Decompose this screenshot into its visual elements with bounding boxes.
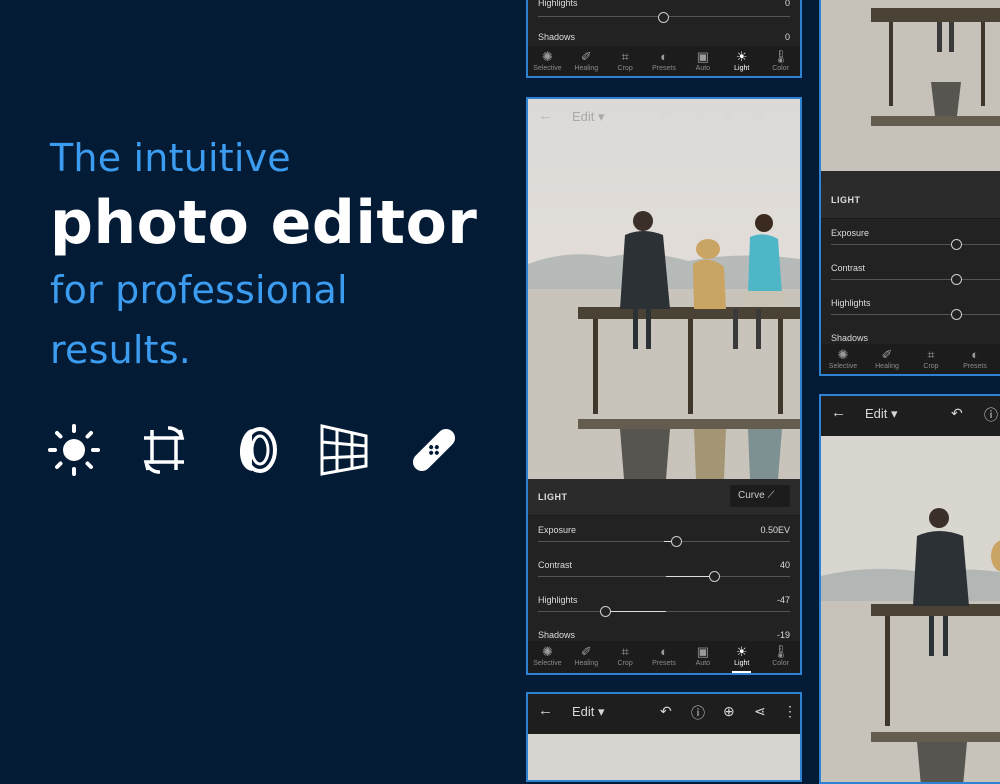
headline-line-4: results. bbox=[50, 328, 191, 372]
panel-title: LIGHT bbox=[538, 492, 568, 502]
slider-highlights[interactable]: Highlights 0 bbox=[528, 0, 800, 24]
photo-preview[interactable] bbox=[821, 436, 1000, 782]
light-panel: LIGHT Curve ⟋ Exposure 0.50EV Contrast 4… bbox=[528, 479, 800, 641]
back-arrow-icon[interactable]: ← bbox=[831, 404, 846, 421]
more-icon[interactable]: ⋮ bbox=[783, 108, 797, 125]
top-bar: ← Edit ▾ ↶ ⓘ ⊕ ⋖ ⋮ bbox=[528, 99, 800, 135]
healing-icon: ✐ bbox=[580, 644, 592, 659]
phone-right-bottom: ← Edit ▾ ↶ ⓘ bbox=[819, 394, 1000, 784]
light-panel: Highlights 0 Shadows 0 bbox=[528, 0, 800, 46]
help-icon[interactable]: ⓘ bbox=[984, 405, 998, 425]
slider-handle[interactable] bbox=[709, 571, 720, 582]
light-icon: ☀ bbox=[735, 644, 748, 659]
tool-bar: ✺ Selective ✐ Healing ⌗ Crop ◐ Presets ▣ Auto… bbox=[528, 641, 800, 673]
undo-icon[interactable]: ↶ bbox=[951, 405, 963, 422]
undo-icon[interactable]: ↶ bbox=[660, 703, 672, 720]
headline-line-1: The intuitive bbox=[50, 136, 291, 180]
top-bar: ← Edit ▾ ↶ ⓘ ⊕ ⋖ ⋮ bbox=[528, 694, 800, 734]
share-icon[interactable]: ⋖ bbox=[754, 108, 766, 125]
panel-header: LIGHT Curve ⟋ bbox=[528, 479, 800, 516]
phone-top: Highlights 0 Shadows 0 ✺ Selective ✐ Heali… bbox=[526, 0, 802, 78]
share-icon[interactable]: ⋖ bbox=[754, 703, 766, 720]
promo-text: The intuitive photo editor for professio… bbox=[50, 128, 477, 380]
bandage-icon bbox=[408, 422, 460, 483]
slider-shadows[interactable]: Shadows 0 bbox=[528, 24, 800, 46]
tool-crop[interactable]: ⌗ Crop bbox=[606, 641, 645, 673]
tool-crop[interactable]: ⌗ Crop bbox=[606, 46, 645, 76]
photo-preview[interactable] bbox=[528, 734, 800, 780]
headline-line-3: for professional bbox=[50, 268, 348, 312]
phone-main: ← Edit ▾ ↶ ⓘ ⊕ ⋖ ⋮ LIGHT Curve ⟋ Exposur… bbox=[526, 97, 802, 675]
tool-presets[interactable]: ◐ Presets bbox=[645, 641, 684, 673]
undo-icon[interactable]: ↶ bbox=[660, 108, 672, 125]
tool-color[interactable]: 🌡 Color bbox=[761, 641, 800, 673]
headline-line-2: photo editor bbox=[50, 188, 478, 258]
tool-auto[interactable]: ▣Auto bbox=[683, 641, 722, 673]
tool-bar: ✺ Selective ✐ Healing ⌗ Crop ◐ Presets ▣ Auto… bbox=[528, 46, 800, 76]
more-icon[interactable]: ⋮ bbox=[783, 703, 797, 720]
edit-menu[interactable]: Edit ▾ bbox=[572, 704, 605, 720]
slider-handle[interactable] bbox=[671, 536, 682, 547]
tool-presets[interactable]: ◐ Presets bbox=[645, 46, 684, 76]
slider-handle[interactable] bbox=[951, 309, 962, 320]
tool-light[interactable]: ☀ Light bbox=[722, 641, 761, 673]
help-icon[interactable]: ⓘ bbox=[691, 703, 705, 723]
tool-auto[interactable]: ▣Auto bbox=[683, 46, 722, 76]
tool-healing[interactable]: ✐ Healing bbox=[567, 641, 606, 673]
tool-selective[interactable]: ✺ Selective bbox=[528, 46, 567, 76]
feature-icons bbox=[48, 422, 460, 483]
slider-contrast[interactable]: Contrast bbox=[821, 254, 1000, 289]
photo-preview[interactable] bbox=[821, 0, 1000, 182]
auto-icon: ▣ bbox=[696, 644, 710, 659]
tool-crop[interactable]: ⌗ Crop bbox=[909, 344, 953, 374]
slider-handle[interactable] bbox=[951, 239, 962, 250]
photo-preview[interactable] bbox=[528, 99, 800, 479]
curve-button[interactable]: Curve ⟋ bbox=[730, 485, 790, 507]
curve-icon: ⟋ bbox=[767, 490, 775, 501]
slider-exposure[interactable]: Exposure 0.50EV bbox=[528, 516, 800, 551]
lens-icon bbox=[228, 422, 280, 483]
slider-handle[interactable] bbox=[951, 274, 962, 285]
tool-light[interactable]: ☀ Light bbox=[722, 46, 761, 76]
back-arrow-icon[interactable]: ← bbox=[538, 107, 553, 124]
add-icon[interactable]: ⊕ bbox=[723, 108, 735, 125]
crop-icon: ⌗ bbox=[621, 644, 629, 659]
slider-handle[interactable] bbox=[658, 12, 669, 23]
panel-header: LIGHT bbox=[821, 182, 1000, 219]
back-arrow-icon[interactable]: ← bbox=[538, 702, 553, 719]
top-bar: ← Edit ▾ ↶ ⓘ bbox=[821, 396, 1000, 436]
phone-right-top: LIGHT Exposure Contrast Highlights Shado… bbox=[819, 0, 1000, 376]
tool-healing[interactable]: ✐ Healing bbox=[567, 46, 606, 76]
edit-menu[interactable]: Edit ▾ bbox=[865, 406, 898, 422]
selective-icon: ✺ bbox=[541, 644, 553, 659]
edit-menu[interactable]: Edit ▾ bbox=[572, 109, 605, 125]
help-icon[interactable]: ⓘ bbox=[691, 108, 705, 128]
tool-selective[interactable]: ✺ Selective bbox=[821, 344, 865, 374]
add-icon[interactable]: ⊕ bbox=[723, 703, 735, 720]
sun-icon bbox=[48, 422, 100, 483]
slider-highlights[interactable]: Highlights bbox=[821, 289, 1000, 324]
slider-exposure[interactable]: Exposure bbox=[821, 219, 1000, 254]
slider-highlights[interactable]: Highlights -47 bbox=[528, 586, 800, 621]
slider-contrast[interactable]: Contrast 40 bbox=[528, 551, 800, 586]
slider-handle[interactable] bbox=[600, 606, 611, 617]
tool-color[interactable]: 🌡 Color bbox=[761, 46, 800, 76]
tool-bar: ✺Selective ✐Healing ⌗Crop ◐Presets ▣Auto bbox=[821, 344, 1000, 374]
color-icon: 🌡 bbox=[772, 644, 789, 659]
tool-healing[interactable]: ✐ Healing bbox=[865, 344, 909, 374]
light-panel: LIGHT Exposure Contrast Highlights Shado… bbox=[821, 182, 1000, 344]
tool-selective[interactable]: ✺ Selective bbox=[528, 641, 567, 673]
tool-presets[interactable]: ◐ Presets bbox=[953, 344, 997, 374]
perspective-grid-icon bbox=[318, 422, 370, 483]
presets-icon: ◐ bbox=[660, 644, 668, 659]
crop-rotate-icon bbox=[138, 422, 190, 483]
phone-bottom: ← Edit ▾ ↶ ⓘ ⊕ ⋖ ⋮ bbox=[526, 692, 802, 782]
